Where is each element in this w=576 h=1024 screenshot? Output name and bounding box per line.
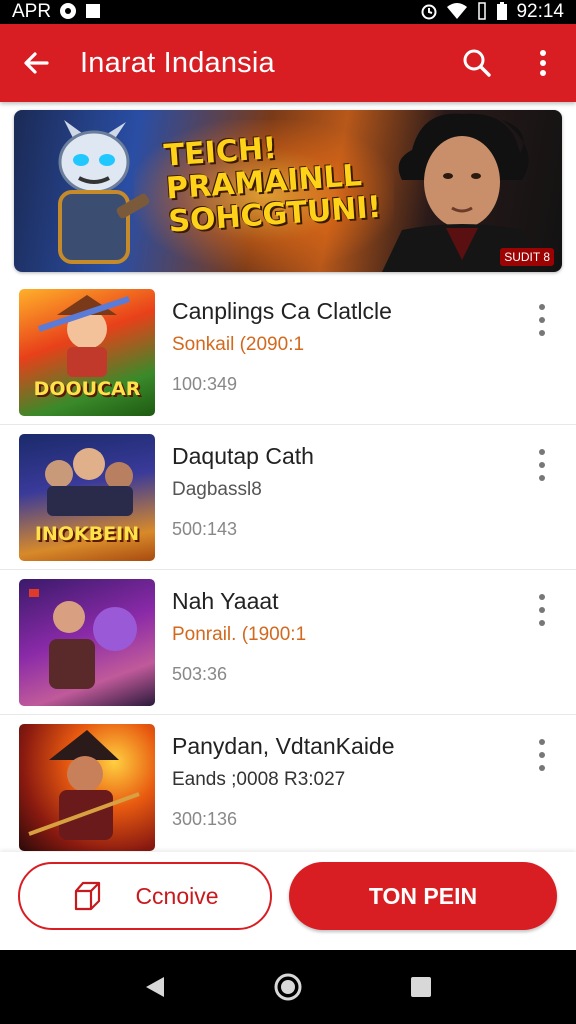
status-left-text: APR	[12, 1, 52, 22]
item-more-button[interactable]	[532, 739, 552, 771]
more-options-button[interactable]	[510, 24, 576, 102]
fighters-art	[29, 589, 137, 689]
secondary-action-label: Ccnoive	[135, 882, 219, 909]
list-item[interactable]: INOKBEIN Daqutap Cath Dagbassl8 500:143	[0, 425, 576, 570]
thumbnail-title: INOKBEIN	[34, 523, 140, 545]
status-bar: APR 92:14	[0, 0, 576, 24]
banner-badge: SUDIT 8	[500, 248, 554, 266]
app-bar: Inarat Indansia	[0, 24, 576, 102]
item-title: Canplings Ca Clatlcle	[172, 298, 392, 324]
item-meta: 500:143	[172, 519, 238, 539]
notification-square-icon	[85, 3, 101, 22]
thumbnail-title: DOOUCAR	[33, 378, 141, 400]
home-circle-icon[interactable]	[273, 972, 303, 1002]
back-triangle-icon[interactable]	[142, 974, 168, 1000]
vibrate-icon	[476, 1, 488, 23]
item-title: Nah Yaaat	[172, 588, 279, 614]
item-title: Panydan, VdtanKaide	[172, 733, 395, 759]
primary-action-label: TON PEIN	[368, 882, 478, 909]
more-vert-icon	[539, 594, 545, 600]
item-more-button[interactable]	[532, 449, 552, 481]
alarm-icon	[420, 2, 438, 23]
more-vert-icon	[539, 449, 545, 455]
promo-banner[interactable]: TEICH! PRAMAINLL SOHCGTUNI! SUDIT 8	[14, 110, 562, 272]
item-title: Daqutap Cath	[172, 443, 314, 469]
banner-headline: TEICH! PRAMAINLL SOHCGTUNI!	[162, 130, 383, 240]
search-button[interactable]	[444, 24, 510, 102]
game-list: DOOUCAR Canplings Ca Clatlcle Sonkail (2…	[0, 280, 576, 851]
recents-square-icon[interactable]	[408, 974, 434, 1000]
bottom-action-bar: Ccnoive TON PEIN	[0, 852, 576, 950]
more-vert-icon	[539, 739, 545, 745]
search-icon	[463, 49, 491, 77]
ninja-art	[28, 730, 140, 840]
item-meta: 300:136	[172, 809, 238, 829]
game-thumbnail: INOKBEIN	[19, 434, 155, 561]
more-vert-icon	[539, 304, 545, 310]
wifi-icon	[446, 2, 468, 23]
arrow-left-icon	[24, 52, 49, 74]
item-meta: 503:36	[172, 664, 228, 684]
game-thumbnail	[19, 579, 155, 706]
list-item[interactable]: DOOUCAR Canplings Ca Clatlcle Sonkail (2…	[0, 280, 576, 425]
status-time: 92:14	[516, 1, 564, 22]
page-title: Inarat Indansia	[80, 46, 275, 79]
game-thumbnail: DOOUCAR	[19, 289, 155, 416]
list-item[interactable]: Nah Yaaat Ponrail. (1900:1 503:36	[0, 570, 576, 715]
robot-character-image	[58, 120, 150, 264]
list-item[interactable]: Panydan, VdtanKaide Eands ;0008 R3:027 3…	[0, 715, 576, 851]
system-nav-bar	[0, 950, 576, 1024]
back-button[interactable]	[0, 24, 72, 102]
item-more-button[interactable]	[532, 304, 552, 336]
item-meta: 100:349	[172, 374, 238, 394]
item-subtitle: Sonkail (2090:1	[172, 334, 305, 355]
more-vert-icon	[540, 50, 546, 76]
game-thumbnail	[19, 724, 155, 851]
battery-icon	[496, 1, 508, 23]
secondary-action-button[interactable]: Ccnoive	[18, 862, 272, 930]
item-subtitle: Eands ;0008 R3:027	[172, 769, 346, 790]
item-more-button[interactable]	[532, 594, 552, 626]
item-subtitle: Ponrail. (1900:1	[172, 624, 307, 645]
primary-action-button[interactable]: TON PEIN	[289, 862, 557, 930]
box-icon	[75, 881, 101, 911]
item-subtitle: Dagbassl8	[172, 479, 262, 500]
at-icon	[59, 2, 77, 23]
